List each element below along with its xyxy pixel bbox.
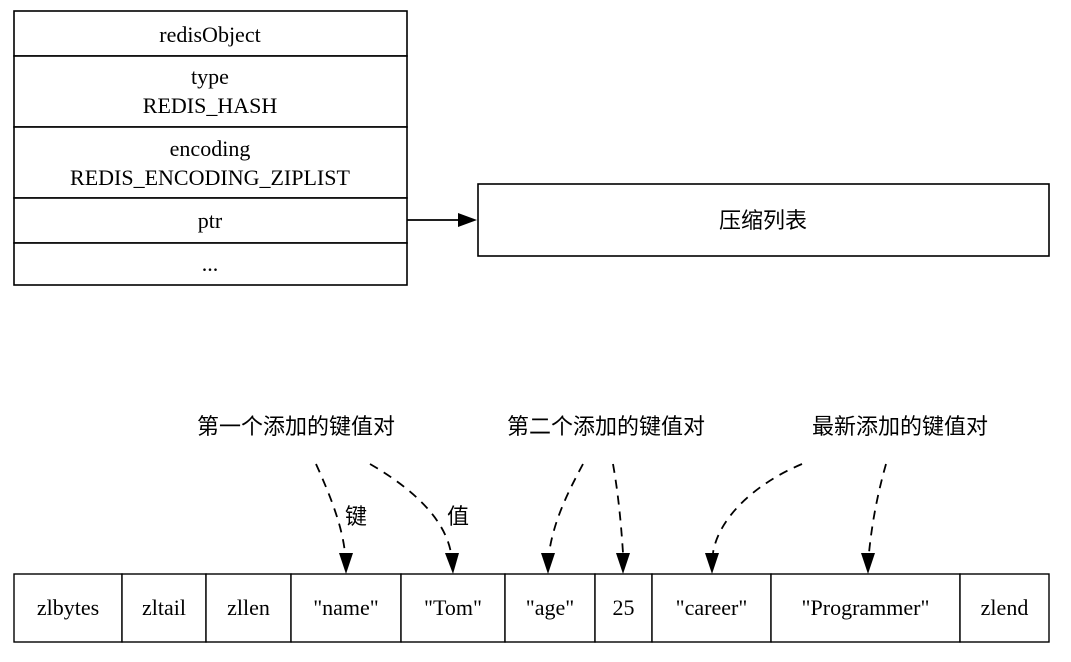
type-field-name: type	[191, 64, 229, 89]
redis-hash-ziplist-diagram: redisObject type REDIS_HASH encoding RED…	[13, 10, 1050, 643]
encoding-field-value: REDIS_ENCODING_ZIPLIST	[70, 165, 350, 190]
ziplist-target-label: 压缩列表	[719, 209, 807, 234]
ziplist-cell-zltail: zltail	[142, 595, 186, 620]
ptr-field-name: ptr	[198, 208, 223, 233]
type-field-value: REDIS_HASH	[143, 93, 278, 118]
ziplist-cell-zllen: zllen	[227, 595, 270, 620]
ziplist-cell-name-value: "Tom"	[424, 595, 482, 620]
key-label: 键	[345, 505, 367, 530]
encoding-field-name: encoding	[170, 136, 251, 161]
ziplist-layout: zlbytes zltail zllen "name" "Tom" "age" …	[13, 573, 1050, 643]
newest-pair-key-arrow	[705, 463, 803, 574]
ziplist-target-box: 压缩列表	[477, 183, 1050, 257]
ziplist-cell-age-key: "age"	[526, 595, 575, 620]
second-pair-key-arrow	[541, 463, 584, 574]
value-label: 值	[447, 505, 469, 530]
ziplist-cell-career-value: "Programmer"	[802, 595, 930, 620]
ziplist-cell-name-key: "name"	[313, 595, 379, 620]
redis-object-structure: redisObject type REDIS_HASH encoding RED…	[13, 10, 408, 286]
second-pair-annotation: 第二个添加的键值对	[507, 415, 705, 440]
first-pair-annotation: 第一个添加的键值对	[197, 415, 395, 440]
ptr-arrow	[407, 213, 477, 227]
ziplist-cell-career-key: "career"	[676, 595, 748, 620]
redis-object-title: redisObject	[159, 22, 260, 47]
newest-pair-annotation: 最新添加的键值对	[812, 415, 988, 440]
ellipsis-text: ...	[202, 251, 219, 276]
ziplist-cell-age-value: 25	[613, 595, 635, 620]
second-pair-value-arrow	[612, 463, 630, 574]
first-pair-value-arrow	[369, 463, 459, 574]
newest-pair-value-arrow	[861, 463, 887, 574]
ziplist-cell-zlend: zlend	[981, 595, 1029, 620]
ziplist-cell-zlbytes: zlbytes	[37, 595, 99, 620]
